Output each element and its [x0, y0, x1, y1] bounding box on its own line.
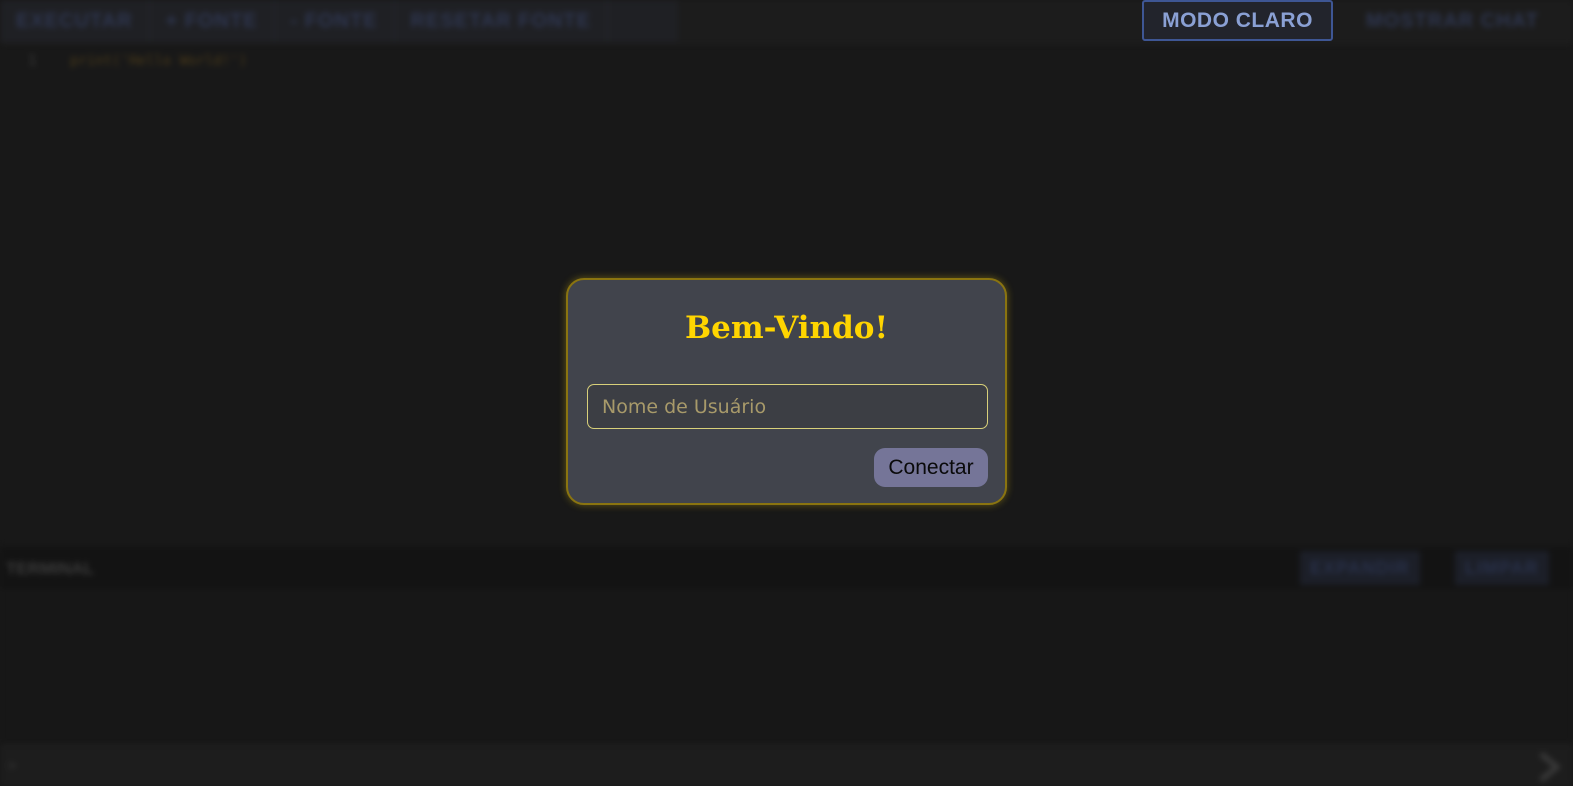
chevron-right-icon[interactable] — [1535, 752, 1563, 782]
terminal-header: TERMINAL EXPANDIR LIMPAR — [0, 547, 1573, 589]
username-input[interactable] — [587, 384, 988, 429]
line-number: 1 — [28, 53, 37, 69]
clear-terminal-button[interactable]: LIMPAR — [1455, 551, 1549, 585]
light-mode-button[interactable]: MODO CLARO — [1142, 0, 1333, 41]
run-button[interactable]: EXECUTAR — [0, 0, 150, 42]
code-line[interactable]: print('Hello World!') — [70, 53, 247, 69]
toolbar: EXECUTAR + FONTE - FONTE RESETAR FONTE M… — [0, 0, 1573, 44]
toolbar-left-group: EXECUTAR + FONTE - FONTE RESETAR FONTE — [0, 0, 678, 42]
reset-font-button[interactable]: RESETAR FONTE — [395, 0, 608, 42]
show-chat-button[interactable]: MOSTRAR CHAT — [1350, 0, 1555, 42]
decrease-font-button[interactable]: - FONTE — [275, 0, 395, 42]
prompt-symbol: > — [8, 758, 17, 774]
modal-title: Bem-Vindo! — [684, 310, 889, 346]
terminal-input-bar[interactable]: > — [0, 745, 1573, 786]
expand-terminal-button[interactable]: EXPANDIR — [1300, 551, 1420, 585]
terminal-title: TERMINAL — [6, 559, 94, 578]
welcome-modal: Bem-Vindo! Conectar — [566, 278, 1007, 505]
terminal-output — [0, 589, 1573, 744]
increase-font-button[interactable]: + FONTE — [150, 0, 275, 42]
connect-button[interactable]: Conectar — [874, 448, 988, 487]
